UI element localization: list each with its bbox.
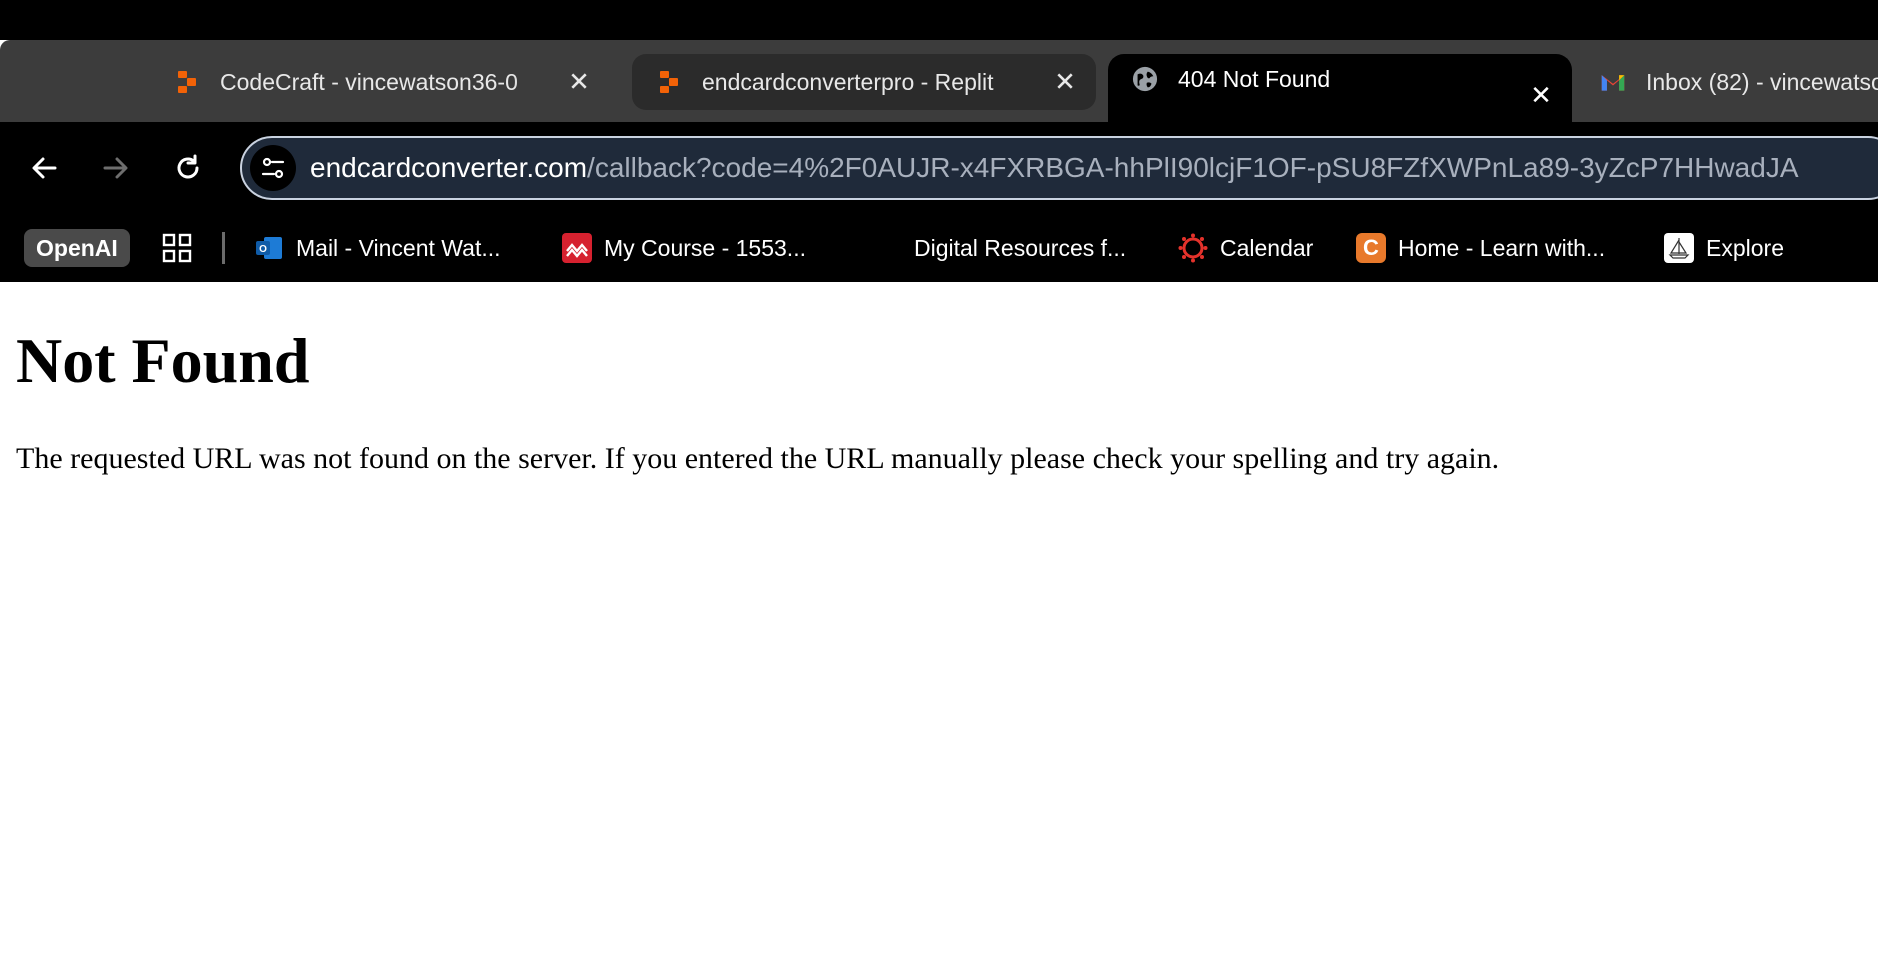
outlook-icon: O [254, 233, 284, 263]
url-path: /callback?code=4%2F0AUJR-x4FXRBGA-hhPlI9… [587, 152, 1799, 183]
replit-icon [656, 69, 682, 95]
close-tab-icon[interactable]: ✕ [1526, 80, 1556, 111]
bookmarks-bar: OpenAI O Mail - Vincent Wat... My Course… [0, 214, 1878, 282]
browser-toolbar: endcardconverter.com/callback?code=4%2F0… [0, 122, 1878, 214]
canvas-icon [1178, 233, 1208, 263]
url-host: endcardconverter.com [310, 152, 588, 183]
svg-text:O: O [259, 244, 267, 255]
error-message: The requested URL was not found on the s… [16, 442, 1500, 475]
tab-endcardconverterpro[interactable]: endcardconverterpro - Replit ✕ [632, 54, 1096, 110]
url-text[interactable]: endcardconverter.com/callback?code=4%2F0… [310, 152, 1799, 184]
tab-codecraft[interactable]: CodeCraft - vincewatson36-0 ✕ [150, 54, 610, 110]
bookmark-label: Mail - Vincent Wat... [296, 234, 501, 261]
bookmark-label: Home - Learn with... [1398, 234, 1606, 261]
forward-button[interactable] [94, 146, 138, 190]
window-top-bar [0, 0, 1878, 40]
back-button[interactable] [22, 146, 66, 190]
close-tab-icon[interactable]: ✕ [564, 67, 594, 98]
page-content: Not Found The requested URL was not foun… [0, 282, 1878, 954]
tab-title: Inbox (82) - vincewatson [1646, 68, 1878, 95]
bookmark-my-course[interactable]: My Course - 1553... [562, 228, 806, 268]
bookmark-label: Explore [1706, 234, 1784, 261]
bookmarks-divider [222, 232, 225, 264]
bookmark-label: My Course - 1553... [604, 234, 806, 261]
tab-inbox[interactable]: Inbox (82) - vincewatson [1578, 54, 1878, 110]
bookmark-label: Calendar [1220, 234, 1314, 261]
bookmark-explore[interactable]: Explore [1664, 228, 1784, 268]
tab-title: endcardconverterpro - Replit [702, 68, 994, 95]
arrow-left-icon [32, 157, 57, 179]
bookmark-mail[interactable]: O Mail - Vincent Wat... [254, 228, 501, 268]
bookmark-openai[interactable]: OpenAI [24, 229, 130, 267]
site-settings-icon[interactable] [250, 145, 296, 191]
ship-icon [1664, 233, 1694, 263]
gmail-icon [1600, 69, 1626, 95]
codecademy-icon: C [1356, 233, 1386, 263]
tab-title: 404 Not Found [1178, 66, 1331, 92]
tab-404-not-found[interactable]: 404 Not Found ✕ [1108, 54, 1572, 124]
apps-grid-icon [162, 233, 192, 263]
replit-icon [174, 69, 200, 95]
page-title: Not Found [16, 325, 310, 396]
tab-title: CodeCraft - vincewatson36-0 [220, 68, 518, 95]
close-tab-icon[interactable]: ✕ [1050, 67, 1080, 98]
bookmark-label: Digital Resources f... [914, 234, 1127, 261]
reload-icon [177, 154, 199, 179]
apps-button[interactable] [162, 228, 192, 268]
address-bar[interactable]: endcardconverter.com/callback?code=4%2F0… [240, 136, 1878, 200]
bookmark-digital-resources[interactable]: Digital Resources f... [914, 228, 1126, 268]
bookmark-home-learn[interactable]: C Home - Learn with... [1356, 228, 1605, 268]
mcgraw-icon [562, 233, 592, 263]
arrow-right-icon [103, 157, 128, 179]
globe-icon [1132, 66, 1158, 92]
bookmark-calendar[interactable]: Calendar [1178, 228, 1313, 268]
reload-button[interactable] [166, 146, 210, 190]
tab-strip: CodeCraft - vincewatson36-0 ✕ endcardcon… [0, 40, 1878, 124]
